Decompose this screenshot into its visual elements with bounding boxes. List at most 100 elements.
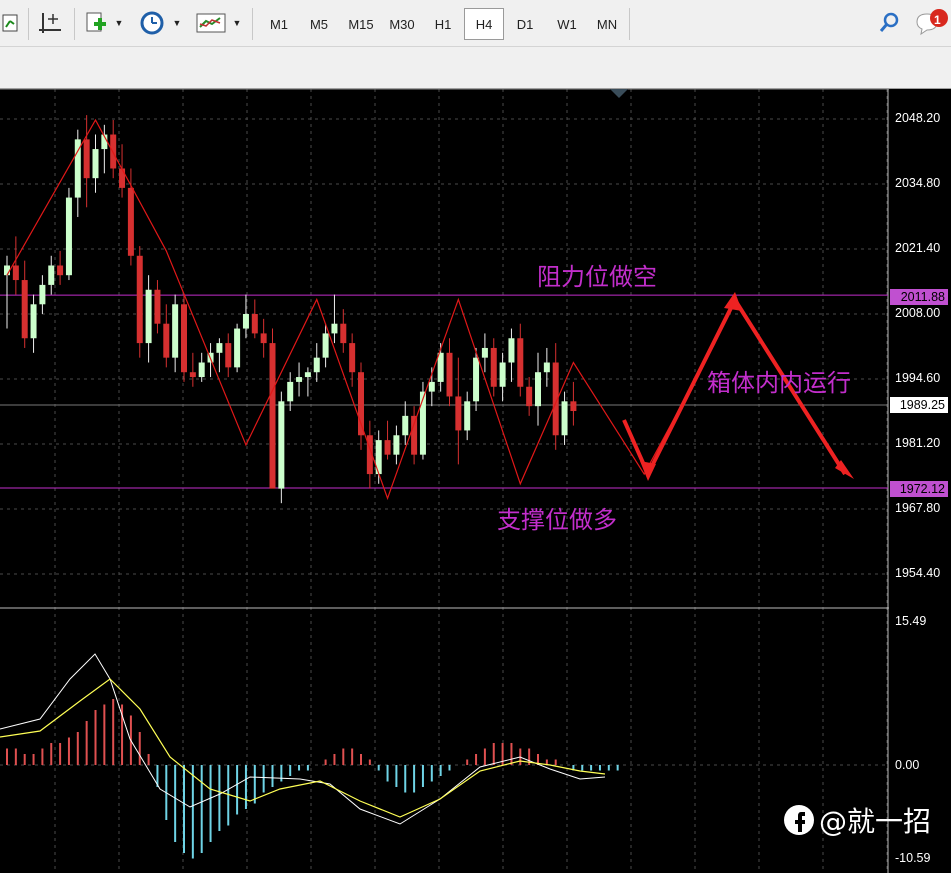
candle-body <box>92 149 99 179</box>
candle-body <box>340 323 347 344</box>
candle-body <box>181 304 187 373</box>
candle-body <box>172 304 179 358</box>
chevron-down-icon[interactable]: ▼ <box>170 8 184 38</box>
candle-body <box>127 187 134 256</box>
candle-body <box>393 435 400 455</box>
candle-body <box>39 284 46 305</box>
secondary-toolbar <box>0 47 951 89</box>
candle-body <box>269 343 276 489</box>
candle-body <box>384 440 391 455</box>
brand-logo-icon <box>784 805 814 835</box>
candle-body <box>499 362 506 387</box>
candle-body <box>278 401 285 489</box>
candle-body <box>83 139 90 179</box>
watermark: @就一招 <box>783 800 931 840</box>
candle-body <box>260 333 267 344</box>
candle-body <box>198 362 205 378</box>
crosshair-icon[interactable] <box>34 8 66 38</box>
candle-body <box>154 289 161 324</box>
candle-body <box>561 401 568 436</box>
candle-body <box>30 304 37 339</box>
macd-tick: 15.49 <box>895 614 927 628</box>
notifications-icon[interactable]: 1 <box>912 8 950 38</box>
candle-body <box>535 372 541 407</box>
candle-body <box>517 338 524 387</box>
candle-body <box>490 347 497 387</box>
candle-body <box>455 396 462 431</box>
price-chart[interactable] <box>0 89 889 873</box>
candle-body <box>358 372 364 436</box>
candle-body <box>287 381 294 402</box>
timeframe-m1[interactable]: M1 <box>259 8 299 40</box>
candle-body <box>437 352 444 382</box>
candle-body <box>331 323 338 334</box>
resistance-price-label: 2011.88 <box>890 289 948 305</box>
candle-body <box>251 314 258 334</box>
candle-body <box>242 314 249 329</box>
candle-body <box>12 265 19 281</box>
timeframe-w1[interactable]: W1 <box>547 8 587 40</box>
toolbar: ▼ ▼ ▼ M1 M5 M15 M30 H1 H4 D1 W1 MN 1 <box>0 0 951 47</box>
macd-tick: -10.59 <box>895 851 931 865</box>
chevron-down-icon[interactable]: ▼ <box>112 8 126 38</box>
price-tick: 1967.80 <box>895 501 941 515</box>
new-chart-icon[interactable] <box>80 8 112 38</box>
timeframe-m30[interactable]: M30 <box>382 8 422 40</box>
candle-body <box>402 415 409 436</box>
candle-body <box>473 357 480 402</box>
timeframe-d1[interactable]: D1 <box>505 8 545 40</box>
candle-body <box>216 343 223 353</box>
candle-body <box>349 343 356 373</box>
timeframe-h1[interactable]: H1 <box>423 8 463 40</box>
candle-body <box>428 381 435 392</box>
candle-body <box>57 265 64 276</box>
price-tick: 2008.00 <box>895 306 941 320</box>
candle-body <box>163 323 170 358</box>
candle-body <box>189 372 196 378</box>
notification-badge: 1 <box>934 13 941 27</box>
price-tick: 1981.20 <box>895 436 941 450</box>
candle-body <box>48 265 55 285</box>
support-price-label: 1972.12 <box>890 481 948 497</box>
price-tick: 2048.20 <box>895 111 941 125</box>
current-price-label: 1989.25 <box>890 397 948 413</box>
price-tick: 1994.60 <box>895 371 941 385</box>
candle-body <box>225 343 232 368</box>
candle-body <box>526 386 533 407</box>
support-annotation: 支撑位做多 <box>497 506 617 534</box>
price-tick: 2034.80 <box>895 176 941 190</box>
candle-body <box>304 372 311 378</box>
candle-body <box>136 255 143 344</box>
candle-body <box>234 328 241 368</box>
candle-body <box>296 377 303 382</box>
timeframe-m15[interactable]: M15 <box>341 8 381 40</box>
clock-icon[interactable] <box>136 8 168 38</box>
candle-body <box>411 415 418 455</box>
candle-body <box>481 347 488 358</box>
candle-body <box>145 289 152 344</box>
timeframe-h4[interactable]: H4 <box>464 8 504 40</box>
timeframe-mn[interactable]: MN <box>587 8 627 40</box>
candle-body <box>446 352 453 397</box>
candle-body <box>21 280 28 339</box>
candle-body <box>313 357 320 373</box>
candle-body <box>543 362 550 373</box>
candle-body <box>508 338 515 363</box>
template-icon[interactable] <box>194 8 228 38</box>
search-icon[interactable] <box>874 8 904 38</box>
candle-body <box>119 168 126 188</box>
chart-grid-icon[interactable] <box>0 8 24 38</box>
resistance-annotation: 阻力位做空 <box>537 263 657 291</box>
watermark-text: @就一招 <box>819 805 932 838</box>
candle-body <box>464 401 471 431</box>
macd-tick: 0.00 <box>895 758 920 772</box>
chevron-down-icon[interactable]: ▼ <box>230 8 244 38</box>
price-tick: 2021.40 <box>895 241 941 255</box>
price-tick: 1954.40 <box>895 566 941 580</box>
candle-body <box>419 391 426 455</box>
candle-body <box>322 333 329 358</box>
timeframe-m5[interactable]: M5 <box>299 8 339 40</box>
candle-body <box>570 401 577 412</box>
range-annotation: 箱体内内运行 <box>707 369 851 397</box>
candle-body <box>65 197 72 276</box>
